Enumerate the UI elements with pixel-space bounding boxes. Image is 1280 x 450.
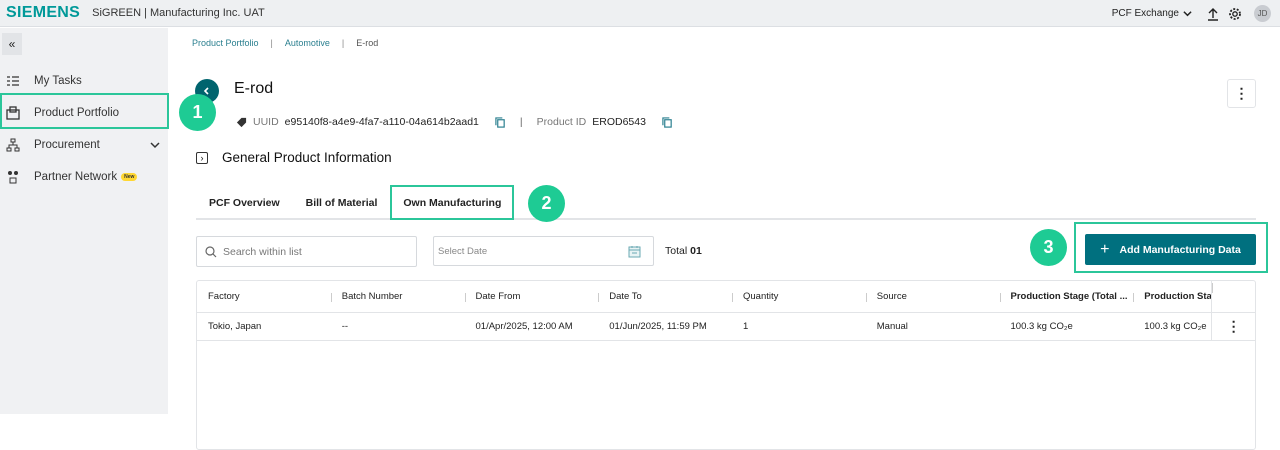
portfolio-icon xyxy=(6,106,20,120)
product-meta: UUID e95140f8-a4e9-4fa7-a110-04a614b2aad… xyxy=(236,116,673,128)
breadcrumb-automotive[interactable]: Automotive xyxy=(285,38,330,48)
search-icon xyxy=(205,245,217,257)
uuid-label: UUID xyxy=(253,116,279,128)
tab-bar: PCF Overview Bill of Material Own Manufa… xyxy=(196,185,1256,220)
table-cell: 100.3 kg CO₂e xyxy=(1144,321,1207,332)
actions-header xyxy=(1211,281,1255,312)
sidebar-item-label: My Tasks xyxy=(34,75,82,87)
add-button-label: Add Manufacturing Data xyxy=(1119,243,1241,256)
hierarchy-icon xyxy=(6,138,20,152)
tab-pcf-overview[interactable]: PCF Overview xyxy=(196,185,293,218)
tab-bill-of-material[interactable]: Bill of Material xyxy=(293,185,391,218)
copy-icon[interactable] xyxy=(662,116,673,128)
column-header[interactable]: Date To xyxy=(598,291,732,302)
chevron-down-icon xyxy=(1183,11,1192,17)
app-title: SiGREEN | Manufacturing Inc. UAT xyxy=(92,7,265,19)
chevron-right-icon: › xyxy=(196,151,208,164)
table-cell: 01/Jun/2025, 11:59 PM xyxy=(609,321,707,332)
network-icon xyxy=(8,171,18,184)
sidebar-item-partner-network[interactable]: Partner Network New xyxy=(0,161,168,193)
sidebar-item-label: Product Portfolio xyxy=(34,107,120,119)
tab-own-manufacturing[interactable]: Own Manufacturing xyxy=(390,185,515,220)
task-list-icon xyxy=(7,76,19,86)
search-input[interactable]: Search within list xyxy=(196,236,417,267)
callout-badge: 3 xyxy=(1030,229,1067,266)
search-placeholder: Search within list xyxy=(223,245,302,258)
date-picker[interactable]: Select Date xyxy=(433,236,654,266)
column-header[interactable]: Factory xyxy=(197,291,331,302)
siemens-logo: SIEMENS xyxy=(6,4,81,21)
callout-badge: 2 xyxy=(528,185,565,222)
avatar[interactable]: JD xyxy=(1254,5,1271,22)
table-cell: 1 xyxy=(743,321,749,332)
table-cell: 100.3 kg CO₂e xyxy=(1010,321,1073,332)
sidebar-item-my-tasks[interactable]: My Tasks xyxy=(0,65,168,97)
column-header[interactable]: Quantity xyxy=(732,291,866,302)
breadcrumb-product-portfolio[interactable]: Product Portfolio xyxy=(192,38,259,48)
page-title: E-rod xyxy=(234,80,274,97)
chevron-down-icon xyxy=(150,142,160,149)
total-count: Total 01 xyxy=(665,245,702,257)
sidebar-item-product-portfolio[interactable]: Product Portfolio xyxy=(0,97,168,129)
gear-icon[interactable] xyxy=(1228,7,1242,21)
product-id-label: Product ID xyxy=(536,116,587,128)
collapse-sidebar-button[interactable]: « xyxy=(2,33,22,55)
pcf-exchange-dropdown[interactable]: PCF Exchange xyxy=(1112,8,1192,19)
total-label: Total xyxy=(665,245,688,257)
column-header[interactable]: Date From xyxy=(464,291,599,302)
breadcrumb: Product Portfolio | Automotive | E-rod xyxy=(192,38,379,48)
sidebar-item-procurement[interactable]: Procurement xyxy=(0,129,168,161)
more-options-button[interactable]: ⋮ xyxy=(1227,79,1256,108)
sidebar-item-label: Partner Network xyxy=(34,171,118,183)
date-placeholder: Select Date xyxy=(438,245,488,257)
table-row[interactable]: Tokio, Japan -- 01/Apr/2025, 12:00 AM 01/Ju… xyxy=(197,313,1255,341)
column-header[interactable]: Batch Number xyxy=(330,291,465,302)
total-value: 01 xyxy=(690,245,702,257)
table-header-row: Factory Batch Number Date From Date To Quant… xyxy=(197,281,1255,313)
top-bar: SIEMENS SiGREEN | Manufacturing Inc. UAT… xyxy=(0,0,1280,27)
pcf-exchange-label: PCF Exchange xyxy=(1111,8,1179,19)
column-header[interactable]: Source xyxy=(865,291,1000,302)
row-kebab-menu-icon[interactable]: ⋮ xyxy=(1211,313,1255,340)
main-content: Product Portfolio | Automotive | E-rod E-r… xyxy=(168,28,1280,450)
column-header[interactable]: Production Sta xyxy=(1133,291,1211,302)
general-product-info-toggle[interactable]: › General Product Information xyxy=(196,150,392,165)
table-cell: Tokio, Japan xyxy=(208,321,262,332)
table-cell: -- xyxy=(341,321,349,332)
sidebar: « My Tasks Product Portfolio Procurement… xyxy=(0,28,168,414)
copy-icon[interactable] xyxy=(495,116,506,128)
sidebar-item-label: Procurement xyxy=(34,139,100,151)
new-badge: New xyxy=(121,173,138,181)
manufacturing-table: Factory Batch Number Date From Date To Quant… xyxy=(196,280,1256,450)
product-id-value: EROD6543 xyxy=(592,116,646,128)
add-manufacturing-data-button[interactable]: + Add Manufacturing Data xyxy=(1085,234,1256,265)
column-header[interactable]: Production Stage (Total ... xyxy=(999,291,1134,302)
upload-icon[interactable] xyxy=(1206,7,1220,21)
table-cell: 01/Apr/2025, 12:00 AM xyxy=(475,321,573,332)
uuid-value: e95140f8-a4e9-4fa7-a110-04a614b2aad1 xyxy=(284,116,479,128)
section-title: General Product Information xyxy=(222,150,392,165)
breadcrumb-current: E-rod xyxy=(356,38,379,48)
callout-badge: 1 xyxy=(179,94,216,131)
tag-icon xyxy=(236,117,247,127)
calendar-icon[interactable] xyxy=(628,245,641,258)
plus-icon: + xyxy=(1100,240,1110,258)
table-cell: Manual xyxy=(876,321,908,332)
